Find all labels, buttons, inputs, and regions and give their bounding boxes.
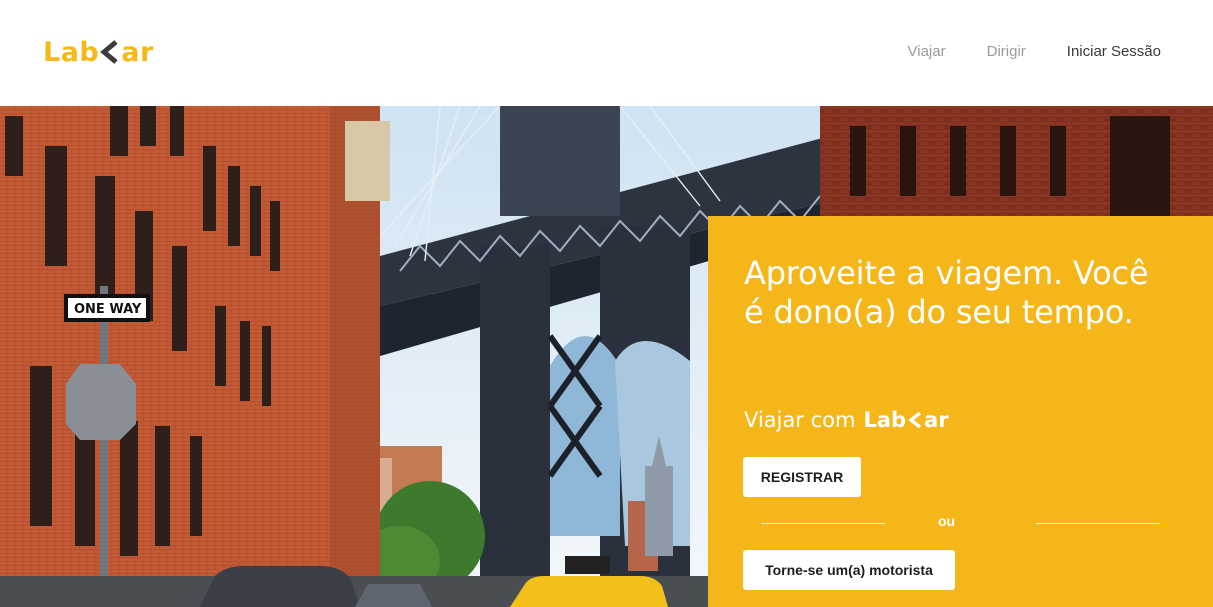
hero-subtitle: Viajar com Lab ar	[744, 408, 949, 432]
subtitle-text: Viajar com	[744, 408, 856, 432]
divider-right	[1036, 523, 1160, 524]
or-separator: ou	[938, 513, 956, 529]
divider-left	[761, 523, 885, 524]
hero-section: ONE WAY Aproveite a viagem. Você é dono(…	[0, 106, 1213, 607]
one-way-sign-text: ONE WAY	[74, 302, 142, 317]
cta-card: Aproveite a viagem. Você é dono(a) do se…	[708, 216, 1213, 607]
logo-text-right: ar	[121, 36, 154, 68]
site-header: Lab ar Viajar Dirigir Iniciar Sessão	[0, 0, 1213, 106]
chevron-left-icon	[99, 37, 121, 67]
become-driver-button[interactable]: Torne-se um(a) motorista	[743, 550, 955, 590]
brand-text-left: Lab	[863, 408, 907, 432]
logo[interactable]: Lab ar	[43, 36, 154, 68]
nav-link-dirigir[interactable]: Dirigir	[987, 43, 1026, 60]
nav-link-iniciar-sessao[interactable]: Iniciar Sessão	[1067, 43, 1161, 60]
main-nav: Viajar Dirigir Iniciar Sessão	[908, 43, 1161, 60]
nav-link-viajar[interactable]: Viajar	[908, 43, 946, 60]
brand-text-right: ar	[924, 408, 949, 432]
register-button[interactable]: REGISTRAR	[743, 457, 861, 497]
logo-text-left: Lab	[43, 36, 100, 68]
hero-headline: Aproveite a viagem. Você é dono(a) do se…	[744, 254, 1149, 331]
subtitle-brand: Lab ar	[863, 408, 948, 432]
chevron-left-icon	[908, 411, 922, 429]
